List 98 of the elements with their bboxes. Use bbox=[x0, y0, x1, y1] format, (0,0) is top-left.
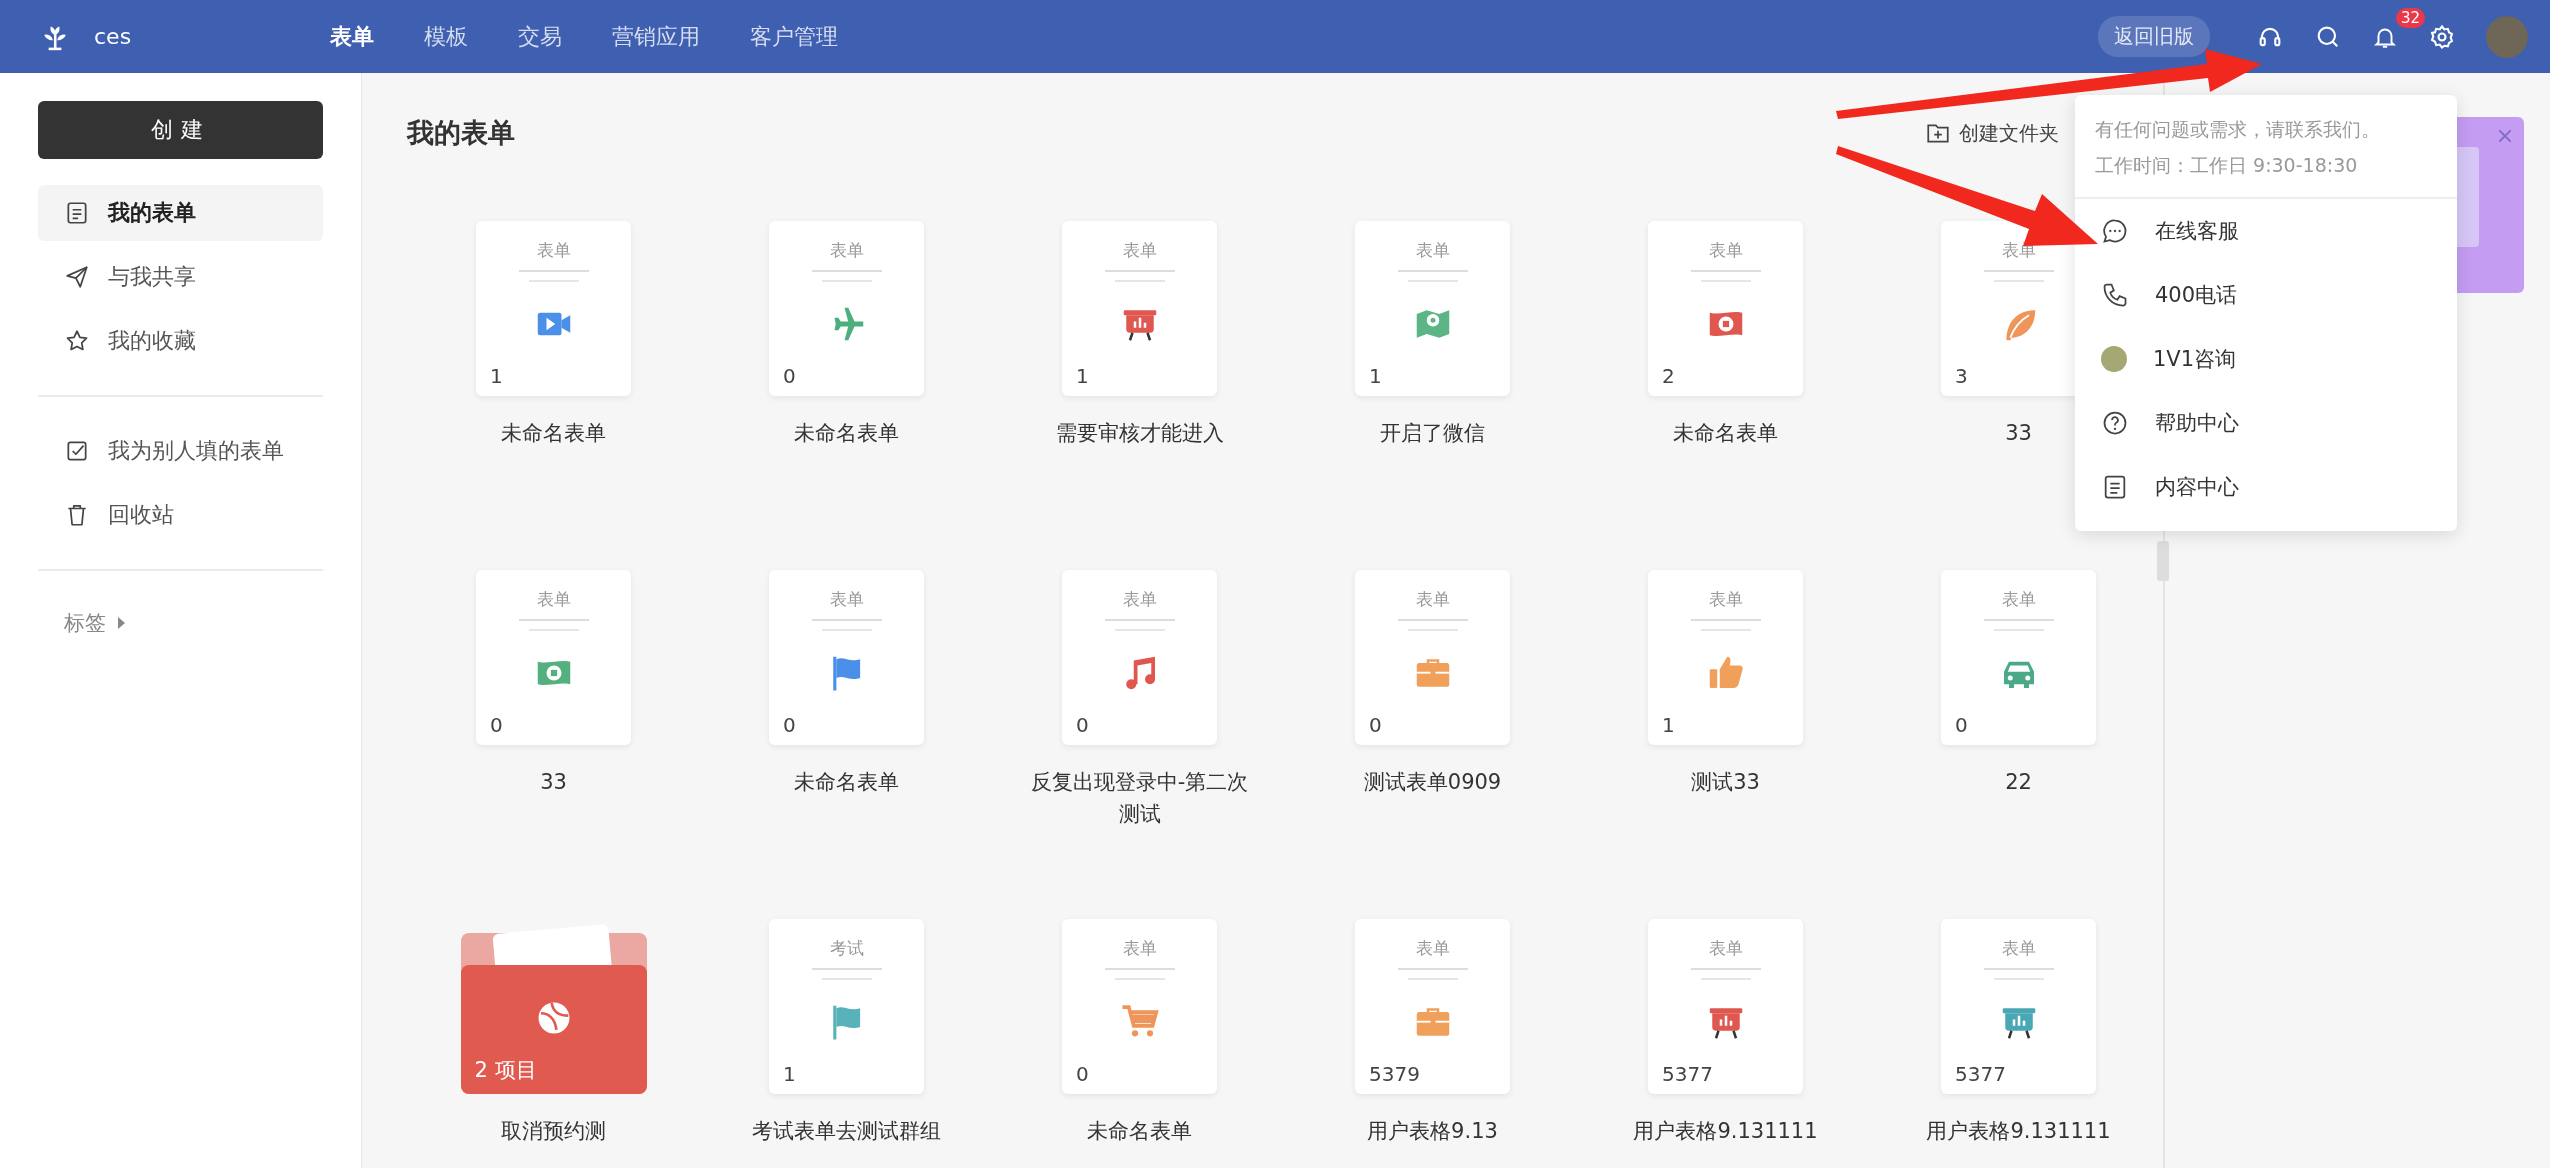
nav-tab[interactable]: 交易 bbox=[518, 21, 562, 52]
form-title: 开启了微信 bbox=[1380, 420, 1485, 447]
card-type-label: 表单 bbox=[2001, 588, 2036, 611]
response-count: 0 bbox=[783, 364, 796, 388]
card-type-label: 表单 bbox=[1708, 588, 1743, 611]
response-count: 1 bbox=[783, 1062, 796, 1086]
document-icon bbox=[64, 200, 90, 226]
card-type-label: 表单 bbox=[2001, 937, 2036, 960]
card-type-label: 表单 bbox=[1415, 239, 1450, 262]
form-card[interactable]: 表单 0 bbox=[769, 570, 924, 745]
form-card[interactable]: 表单 2 bbox=[1648, 221, 1803, 396]
form-card[interactable]: 表单 5379 bbox=[1355, 919, 1510, 1094]
response-count: 3 bbox=[1955, 364, 1968, 388]
form-title: 取消预约测 bbox=[501, 1118, 606, 1145]
card-type-label: 表单 bbox=[1122, 588, 1157, 611]
form-title: 测试33 bbox=[1691, 769, 1760, 796]
nav-tab[interactable]: 营销应用 bbox=[612, 21, 700, 52]
legacy-version-button[interactable]: 返回旧版 bbox=[2098, 16, 2210, 57]
form-title: 未命名表单 bbox=[1673, 420, 1778, 447]
form-card[interactable]: 表单 5377 bbox=[1941, 919, 2096, 1094]
menu-item[interactable]: 内容中心 bbox=[2075, 455, 2457, 519]
card-type-label: 表单 bbox=[536, 239, 571, 262]
page-title: 我的表单 bbox=[407, 116, 515, 150]
card-type-label: 考试 bbox=[829, 937, 864, 960]
form-card[interactable]: 表单 0 bbox=[769, 221, 924, 396]
form-card[interactable]: 表单 0 bbox=[1062, 919, 1217, 1094]
form-title: 未命名表单 bbox=[1087, 1118, 1192, 1145]
nav-tab[interactable]: 模板 bbox=[424, 21, 468, 52]
response-count: 0 bbox=[1955, 713, 1968, 737]
card-type-label: 表单 bbox=[829, 239, 864, 262]
sidebar-item[interactable]: 我的表单 bbox=[38, 185, 323, 241]
settings-icon[interactable] bbox=[2428, 22, 2456, 51]
panel-toggle-handle[interactable] bbox=[2157, 541, 2169, 581]
nav-tab[interactable]: 客户管理 bbox=[750, 21, 838, 52]
form-card[interactable]: 表单 1 bbox=[476, 221, 631, 396]
response-count: 5377 bbox=[1662, 1062, 1713, 1086]
phone-icon bbox=[2101, 281, 2129, 309]
card-type-label: 表单 bbox=[536, 588, 571, 611]
form-title: 测试表单0909 bbox=[1363, 769, 1502, 796]
card-type-label: 表单 bbox=[1122, 239, 1157, 262]
form-title: 考试表单去测试群组 bbox=[752, 1118, 941, 1145]
form-title: 用户表格9.13 bbox=[1367, 1118, 1498, 1145]
form-title: 用户表格9.131111 bbox=[1926, 1118, 2111, 1145]
response-count: 1 bbox=[490, 364, 503, 388]
notification-badge: 32 bbox=[2396, 7, 2426, 28]
form-card[interactable]: 表单 5377 bbox=[1648, 919, 1803, 1094]
sidebar-item[interactable]: 与我共享 bbox=[38, 249, 323, 305]
contact-message: 有任何问题或需求，请联系我们。 bbox=[2095, 117, 2381, 142]
response-count: 1 bbox=[1076, 364, 1089, 388]
brand-name: ces bbox=[94, 24, 133, 49]
form-title: 需要审核才能进入 bbox=[1055, 420, 1224, 447]
nav-tab[interactable]: 表单 bbox=[330, 21, 374, 52]
create-folder-button[interactable]: 创建文件夹 bbox=[1925, 119, 2059, 147]
form-title: 22 bbox=[2005, 769, 2032, 796]
sidebar-item[interactable]: 回收站 bbox=[38, 487, 323, 543]
folder-item-count: 2 项目 bbox=[474, 1057, 537, 1084]
response-count: 0 bbox=[490, 713, 503, 737]
tags-label[interactable]: 标签 bbox=[64, 609, 106, 637]
chat-bubble-icon bbox=[2101, 217, 2129, 245]
form-card[interactable]: 表单 0 bbox=[1355, 570, 1510, 745]
caret-icon[interactable] bbox=[118, 617, 125, 629]
form-title: 用户表格9.131111 bbox=[1633, 1118, 1818, 1145]
form-card[interactable]: 表单 0 bbox=[1062, 570, 1217, 745]
response-count: 5377 bbox=[1955, 1062, 2006, 1086]
working-hours: 工作时间：工作日 9:30-18:30 bbox=[2095, 153, 2359, 178]
advisor-avatar bbox=[2101, 346, 2127, 372]
card-type-label: 表单 bbox=[1415, 588, 1450, 611]
response-count: 1 bbox=[1369, 364, 1382, 388]
form-card[interactable]: 表单 1 bbox=[1648, 570, 1803, 745]
form-title: 未命名表单 bbox=[794, 420, 899, 447]
form-title: 33 bbox=[540, 769, 567, 796]
form-card[interactable]: 考试 1 bbox=[769, 919, 924, 1094]
response-count: 0 bbox=[1076, 1062, 1089, 1086]
response-count: 0 bbox=[1076, 713, 1089, 737]
form-card[interactable]: 表单 0 bbox=[1941, 570, 2096, 745]
form-title: 未命名表单 bbox=[794, 769, 899, 796]
form-card[interactable]: 表单 1 bbox=[1062, 221, 1217, 396]
form-card[interactable]: 表单 1 bbox=[1355, 221, 1510, 396]
card-type-label: 表单 bbox=[829, 588, 864, 611]
card-type-label: 表单 bbox=[1415, 937, 1450, 960]
help-icon bbox=[2101, 409, 2129, 437]
checkbox-icon bbox=[64, 438, 90, 464]
form-title: 33 bbox=[2005, 420, 2032, 447]
card-type-label: 表单 bbox=[1708, 239, 1743, 262]
response-count: 0 bbox=[783, 713, 796, 737]
form-title: 反复出现登录中-第二次测试 bbox=[1029, 769, 1250, 828]
response-count: 2 bbox=[1662, 364, 1675, 388]
paper-plane-icon bbox=[64, 264, 90, 290]
form-title: 未命名表单 bbox=[501, 420, 606, 447]
response-count: 0 bbox=[1369, 713, 1382, 737]
form-card[interactable]: 表单 0 bbox=[476, 570, 631, 745]
create-button[interactable]: 创建 bbox=[38, 101, 323, 159]
sidebar-item[interactable]: 我为别人填的表单 bbox=[38, 423, 323, 479]
response-count: 1 bbox=[1662, 713, 1675, 737]
card-type-label: 表单 bbox=[1708, 937, 1743, 960]
response-count: 5379 bbox=[1369, 1062, 1420, 1086]
card-type-label: 表单 bbox=[1122, 937, 1157, 960]
sidebar-item[interactable]: 我的收藏 bbox=[38, 313, 323, 369]
